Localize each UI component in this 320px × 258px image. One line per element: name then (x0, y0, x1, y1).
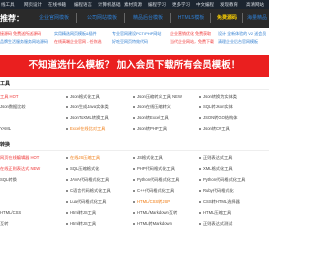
tool-link[interactable]: SQL压缩格式化 (66, 166, 99, 172)
tool-link[interactable]: 网页在线编辑器 HOT (0, 155, 39, 161)
nav-button-html5-templates[interactable]: HTML5模板 (174, 13, 208, 23)
promo-link[interactable]: 接源码 免费送所送源码 (0, 31, 41, 37)
topnav-item[interactable]: 在线书籍 (48, 2, 66, 8)
tool-link[interactable]: SQL转换 (0, 177, 17, 183)
promo-link[interactable]: 好吃豆网页特效代码 (112, 39, 148, 45)
topnav-item[interactable]: 素材资源 (124, 2, 142, 8)
tool-link[interactable]: Python代码格式化工具 (199, 177, 245, 183)
tool-link[interactable]: 在线正则表达式 NEW (0, 166, 40, 172)
recommend-label: 推荐： (0, 14, 24, 23)
tool-link[interactable]: C语言代码格式化工具 (66, 188, 111, 194)
recommend-navigation-bar: 推荐： 企业官网模板 公司网站模板 精品后台模板 HTML5模板 免费源码 海量… (0, 9, 269, 28)
tool-link[interactable]: Json转换为实体类 (199, 94, 237, 100)
promo-link[interactable]: 设计 全新体验的 V2 送会员 (218, 31, 266, 37)
tool-link[interactable]: JsonToXML转换工具 (66, 115, 109, 121)
promo-link[interactable]: 品牌生活服务服务网站源码 (0, 39, 48, 45)
tool-link[interactable]: C++代码格式化工具 (133, 188, 174, 194)
tool-link[interactable]: HTML/CSS (0, 210, 21, 215)
topnav-item[interactable]: 编程学习 (148, 2, 166, 8)
promo-link[interactable]: 清理企业后台官网模板 (218, 39, 258, 45)
tool-link[interactable]: SQL转Json实体 (199, 104, 233, 110)
tool-link[interactable]: Json转Excel工具 (133, 115, 169, 121)
tool-link[interactable]: HTML/Markdown互转 (133, 210, 177, 216)
section-title: 转换 (0, 142, 11, 148)
promo-link[interactable]: 实用精选网页模板&插件 (54, 31, 97, 37)
nav-separator (242, 13, 243, 23)
vip-banner[interactable]: 不知道选什么模板？ 加入会员下载所有会员模板！ (0, 55, 269, 77)
tool-link[interactable]: Json数据比较 (0, 104, 26, 110)
tool-link[interactable]: HTML压缩工具 (199, 210, 231, 216)
tool-link[interactable]: Lua代码格式化工具 (66, 199, 106, 205)
tool-link[interactable]: XML格式化工具 (199, 166, 233, 172)
nav-separator (210, 13, 211, 23)
tool-link[interactable]: 在线JS压缩工具 (66, 155, 100, 161)
section-divider (0, 89, 269, 90)
tool-link[interactable]: 互转 (0, 221, 8, 227)
tool-link[interactable]: PHP代码格式化工具 (133, 166, 175, 172)
promo-link[interactable]: 企业营销优化 免费获取 (170, 31, 211, 37)
nav-separator (76, 13, 77, 23)
nav-button-enterprise-templates[interactable]: 企业官网模板 (34, 13, 74, 23)
promo-link[interactable]: 专业官网建设PCT/PHP网站 (112, 31, 161, 37)
tool-link[interactable]: HTML转Markdown (133, 221, 172, 227)
tool-link[interactable]: Html转JS工具 (66, 221, 96, 227)
tool-link[interactable]: 正则表达式工具 (199, 155, 232, 161)
tool-link[interactable]: Json在线压缩转义 (133, 104, 171, 110)
tool-link[interactable]: 工具 HOT (0, 94, 18, 100)
topnav-item[interactable]: 线工具 (1, 2, 15, 8)
topnav-item[interactable]: 发现教育 (220, 2, 238, 8)
topnav-item[interactable]: 高清网站 (246, 2, 264, 8)
topnav-item[interactable]: 更多学习 (172, 2, 190, 8)
topnav-item[interactable]: 编程语言 (74, 2, 92, 8)
tool-link[interactable]: Ruby代码格式化 (199, 188, 234, 194)
tool-link[interactable]: CSS转HTML选择器 (199, 199, 240, 205)
tool-link[interactable]: Json格式化工具 (66, 94, 100, 100)
tool-link[interactable]: JSON转GO结构体 (199, 115, 237, 121)
nav-button-admin-templates[interactable]: 精品后台模板 (128, 13, 168, 23)
tool-link[interactable]: Html转JS工具 (66, 210, 96, 216)
tool-link[interactable]: Json转C#工具 (199, 126, 230, 132)
nav-separator (170, 13, 171, 23)
nav-button-free-source[interactable]: 免费源码 (214, 13, 240, 23)
section-title: 工具 (0, 81, 11, 87)
nav-button-company-templates[interactable]: 公司网站模板 (82, 13, 122, 23)
tool-link[interactable]: JS格式化工具 (133, 155, 163, 161)
promo-link[interactable]: 当代企业网站，免费下载 (170, 39, 214, 45)
tool-link[interactable]: Python代码格式化工具 (133, 177, 179, 183)
tool-link[interactable]: JAVA代码格式化工具 (66, 177, 109, 183)
tool-link[interactable]: Json转PHP工具 (133, 126, 167, 132)
promo-link[interactable]: 在线高端企业官网 - 任你选 (54, 39, 102, 45)
topnav-item[interactable]: 中文编程 (196, 2, 214, 8)
tool-link[interactable]: Json压缩转义工具 NEW (133, 94, 182, 100)
topnav-item[interactable]: 计算机基础 (98, 2, 121, 8)
section-divider (0, 150, 269, 151)
nav-button-premium[interactable]: 海量精品 (246, 13, 268, 23)
tool-link[interactable]: Json生成Java实体类 (66, 104, 109, 110)
nav-separator (124, 13, 125, 23)
tool-link[interactable]: YAML (0, 126, 11, 131)
tool-link[interactable]: HTML/CSS转JSP (133, 199, 170, 205)
tool-link[interactable]: Excel在线比对工具 (66, 126, 105, 132)
tool-link[interactable]: 正则表达式测试 (199, 221, 232, 227)
topnav-item[interactable]: 网页设计 (24, 2, 42, 8)
top-navigation-bar: 线工具 网页设计 在线书籍 编程语言 计算机基础 素材资源 编程学习 更多学习 … (0, 0, 269, 9)
